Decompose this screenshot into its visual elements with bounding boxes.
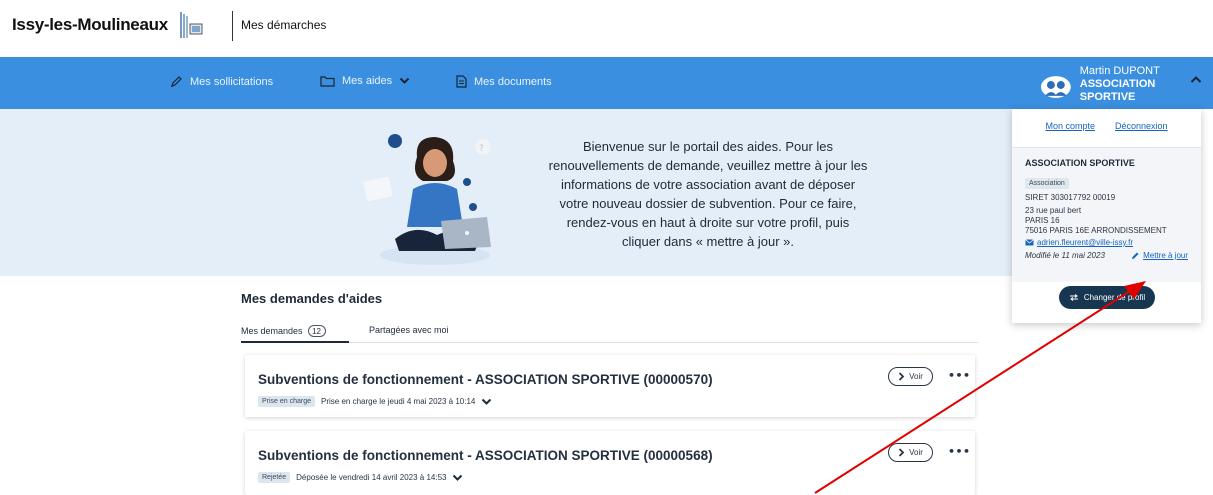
profile-details: ASSOCIATION SPORTIVE Association SIRET 3… (1012, 147, 1201, 282)
top-header: Issy-les-Moulineaux Mes démarches (0, 0, 1213, 57)
swap-icon (1069, 294, 1078, 301)
woman-laptop-illustration: ? (363, 134, 491, 265)
svg-text:?: ? (479, 144, 484, 154)
profile-org-name: ASSOCIATION SPORTIVE (1025, 158, 1135, 168)
profile-modified-row: Modifié le 11 mai 2023 Mettre à jour (1025, 251, 1188, 260)
folder-icon (320, 76, 335, 87)
nav-item-sollicitations[interactable]: Mes sollicitations (170, 75, 273, 88)
demande-card[interactable]: Subventions de fonctionnement - ASSOCIAT… (245, 431, 975, 495)
voir-label: Voir (909, 448, 923, 457)
demande-status-row: Prise en charge Prise en charge le jeudi… (258, 396, 492, 407)
status-badge: Prise en charge (258, 396, 316, 407)
more-options-icon[interactable]: ••• (948, 445, 971, 458)
demande-title[interactable]: Subventions de fonctionnement - ASSOCIAT… (258, 448, 713, 463)
profile-address-line1: 23 rue paul bert (1025, 206, 1082, 215)
status-badge: Rejetée (258, 472, 291, 483)
nav-item-aides[interactable]: Mes aides (320, 75, 410, 87)
change-profile-label: Changer de profil (1083, 293, 1146, 302)
header-separator (232, 11, 233, 41)
update-profile-link[interactable]: Mettre à jour (1131, 251, 1188, 260)
main-nav: Mes sollicitations Mes aides Mes documen… (0, 57, 1213, 109)
nav-item-documents[interactable]: Mes documents (456, 75, 552, 88)
chevron-down-icon[interactable] (452, 474, 463, 482)
my-account-link[interactable]: Mon compte (1045, 121, 1095, 131)
tab-mes-demandes[interactable]: Mes demandes 12 (241, 325, 326, 337)
email-text: adrien.fleurent@ville-issy.fr (1037, 238, 1134, 247)
avatar (1040, 75, 1071, 98)
chevron-down-icon[interactable] (481, 398, 492, 406)
chevron-right-icon (898, 448, 905, 457)
city-logo-icon[interactable] (178, 10, 204, 40)
logout-link[interactable]: Déconnexion (1115, 121, 1168, 131)
profile-siret: SIRET 303017792 00019 (1025, 193, 1116, 202)
user-menu[interactable]: Martin DUPONT ASSOCIATION SPORTIVE (1040, 65, 1213, 104)
profile-dropdown: Mon compte Déconnexion ASSOCIATION SPORT… (1012, 109, 1201, 323)
envelope-icon (1025, 239, 1034, 246)
demande-title[interactable]: Subventions de fonctionnement - ASSOCIAT… (258, 372, 713, 387)
tab-count-badge: 12 (307, 325, 326, 337)
welcome-banner: ? Bienvenue sur le portail des aides. Po… (0, 109, 1012, 276)
org-type-badge: Association (1025, 178, 1069, 189)
voir-button[interactable]: Voir (888, 443, 933, 462)
status-detail: Déposée le vendredi 14 avril 2023 à 14:5… (296, 473, 447, 482)
voir-label: Voir (909, 372, 923, 381)
change-profile-button[interactable]: Changer de profil (1059, 286, 1155, 309)
demande-status-row: Rejetée Déposée le vendredi 14 avril 202… (258, 472, 463, 483)
chevron-down-icon (399, 77, 410, 84)
pencil-icon (170, 76, 182, 88)
user-info: Martin DUPONT ASSOCIATION SPORTIVE (1080, 65, 1213, 104)
page: Issy-les-Moulineaux Mes démarches Mes so… (0, 0, 1213, 495)
modified-date: Modifié le 11 mai 2023 (1025, 251, 1105, 260)
more-options-icon[interactable]: ••• (948, 369, 971, 382)
chevron-right-icon (898, 372, 905, 381)
status-detail: Prise en charge le jeudi 4 mai 2023 à 10… (321, 397, 476, 406)
welcome-message: Bienvenue sur le portail des aides. Pour… (548, 139, 868, 249)
chevron-up-icon[interactable] (1190, 75, 1202, 84)
profile-links: Mon compte Déconnexion (1012, 121, 1201, 131)
profile-address-line2: PARIS 16 (1025, 216, 1060, 225)
voir-button[interactable]: Voir (888, 367, 933, 386)
tab-label: Mes demandes (241, 326, 303, 336)
document-icon (456, 75, 467, 88)
app-name[interactable]: Mes démarches (241, 18, 326, 32)
profile-email-link[interactable]: adrien.fleurent@ville-issy.fr (1025, 237, 1188, 248)
nav-item-label: Mes documents (474, 75, 552, 88)
profile-address-line3: 75016 PARIS 16E ARRONDISSEMENT (1025, 226, 1167, 235)
demande-card[interactable]: Subventions de fonctionnement - ASSOCIAT… (245, 355, 975, 417)
tab-label: Partagées avec moi (369, 325, 449, 335)
pencil-icon (1132, 252, 1139, 259)
demandes-tabs: Mes demandes 12 Partagées avec moi (241, 316, 978, 343)
city-name[interactable]: Issy-les-Moulineaux (12, 15, 168, 35)
nav-item-label: Mes sollicitations (190, 75, 274, 88)
section-title: Mes demandes d'aides (241, 291, 383, 306)
nav-item-label: Mes aides (342, 75, 393, 87)
tab-partagees[interactable]: Partagées avec moi (369, 325, 449, 335)
update-link-text: Mettre à jour (1143, 251, 1188, 260)
active-tab-indicator (241, 341, 349, 343)
